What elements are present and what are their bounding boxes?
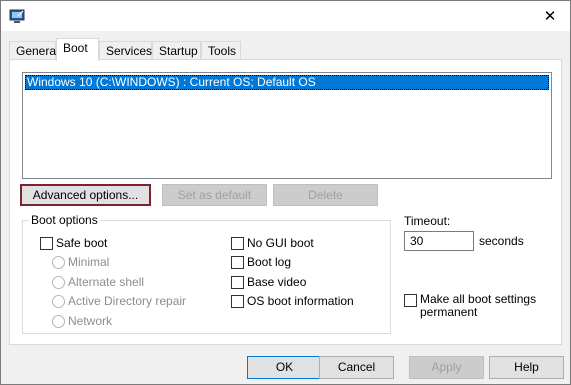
active-directory-repair-radio[interactable]: Active Directory repair — [52, 294, 186, 308]
checkbox-box — [231, 236, 244, 250]
checkbox-box — [231, 255, 244, 269]
tab-tools[interactable]: Tools — [201, 41, 241, 60]
radio-circle — [52, 275, 65, 289]
cancel-button[interactable]: Cancel — [319, 356, 394, 379]
minimal-label: Minimal — [68, 255, 110, 269]
ok-button[interactable]: OK — [247, 356, 322, 379]
radio-circle — [52, 314, 65, 328]
no-gui-boot-checkbox[interactable]: No GUI boot — [231, 236, 314, 250]
active-directory-repair-label: Active Directory repair — [68, 294, 187, 308]
close-icon: ✕ — [543, 8, 557, 25]
alternate-shell-radio[interactable]: Alternate shell — [52, 275, 144, 289]
tab-services[interactable]: Services — [99, 41, 152, 60]
close-button[interactable]: ✕ — [538, 4, 562, 28]
alternate-shell-label: Alternate shell — [68, 275, 145, 289]
apply-button[interactable]: Apply — [409, 356, 484, 379]
checkbox-box — [40, 236, 53, 250]
minimal-radio[interactable]: Minimal — [52, 255, 109, 269]
radio-circle — [52, 294, 65, 308]
timeout-input[interactable]: 30 — [404, 231, 474, 251]
os-boot-information-label: OS boot information — [247, 294, 354, 308]
system-configuration-window: ✕ General Boot Services Startup Tools Wi… — [0, 0, 571, 385]
base-video-label: Base video — [247, 275, 307, 289]
boot-options-group: Boot options Safe boot Minimal Alternate… — [22, 213, 391, 334]
os-boot-information-checkbox[interactable]: OS boot information — [231, 294, 354, 308]
system-configuration-icon — [9, 9, 25, 23]
timeout-label: Timeout: — [404, 214, 451, 228]
checkbox-box — [231, 294, 244, 308]
tab-startup[interactable]: Startup — [152, 41, 201, 60]
checkbox-box — [231, 275, 244, 289]
checkbox-box — [404, 294, 417, 307]
set-as-default-button[interactable]: Set as default — [162, 184, 267, 206]
help-button[interactable]: Help — [489, 356, 564, 379]
timeout-unit-label: seconds — [479, 234, 524, 248]
network-label: Network — [68, 314, 113, 328]
safe-boot-checkbox[interactable]: Safe boot — [40, 236, 107, 250]
make-permanent-label: Make all boot settings permanent — [420, 293, 536, 319]
delete-button[interactable]: Delete — [273, 184, 378, 206]
advanced-options-button[interactable]: Advanced options... — [20, 184, 151, 206]
network-radio[interactable]: Network — [52, 314, 112, 328]
radio-circle — [52, 255, 65, 269]
boot-options-title: Boot options — [29, 213, 100, 227]
safe-boot-label: Safe boot — [56, 236, 108, 250]
boot-os-list[interactable]: Windows 10 (C:\WINDOWS) : Current OS; De… — [22, 72, 552, 179]
tab-general[interactable]: General — [9, 41, 59, 60]
list-item[interactable]: Windows 10 (C:\WINDOWS) : Current OS; De… — [25, 75, 549, 90]
boot-tab-panel: Windows 10 (C:\WINDOWS) : Current OS; De… — [9, 59, 562, 345]
base-video-checkbox[interactable]: Base video — [231, 275, 306, 289]
tab-boot[interactable]: Boot — [56, 38, 99, 61]
no-gui-boot-label: No GUI boot — [247, 236, 314, 250]
boot-log-checkbox[interactable]: Boot log — [231, 255, 291, 269]
boot-log-label: Boot log — [247, 255, 292, 269]
make-permanent-label-line2: permanent — [420, 305, 478, 319]
title-bar: ✕ — [1, 1, 570, 31]
make-permanent-checkbox[interactable]: Make all boot settings permanent — [404, 293, 536, 319]
